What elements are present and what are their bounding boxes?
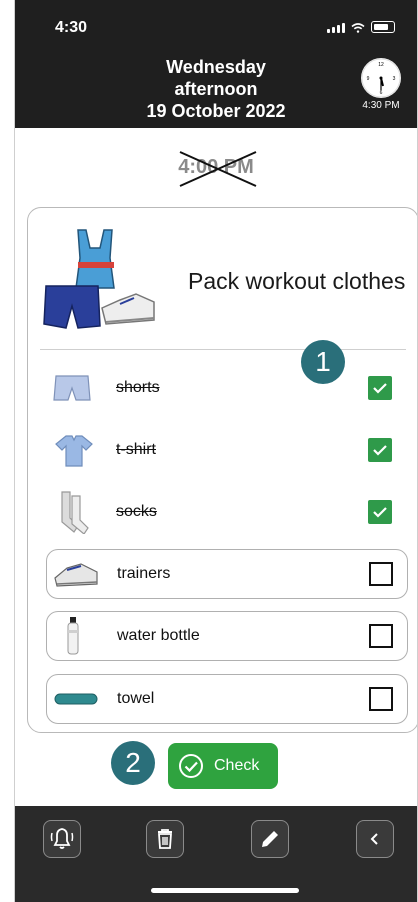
cross-out-mark xyxy=(179,151,257,187)
item-label-trainers: trainers xyxy=(117,565,171,582)
pencil-icon xyxy=(262,831,278,847)
check-button[interactable]: Check xyxy=(168,743,278,789)
item-label-water-bottle: water bottle xyxy=(117,627,200,644)
shorts-icon xyxy=(53,375,91,401)
back-button[interactable] xyxy=(356,820,394,858)
list-item-shorts[interactable]: shorts xyxy=(46,364,406,412)
check-circle-icon xyxy=(179,754,203,778)
checkbox-checked[interactable] xyxy=(368,500,392,524)
status-icons xyxy=(327,21,395,33)
edit-button[interactable] xyxy=(251,820,289,858)
svg-text:3: 3 xyxy=(393,76,396,82)
delete-button[interactable] xyxy=(146,820,184,858)
checkbox-unchecked[interactable] xyxy=(369,562,393,586)
signal-icon xyxy=(327,23,345,33)
phone-screen: 4:30 Wednesday afternoon 19 October 2022 xyxy=(14,0,418,902)
home-indicator xyxy=(151,888,299,893)
list-item-trainers[interactable]: trainers xyxy=(46,549,408,599)
workout-clothes-image xyxy=(43,229,155,329)
task-title: Pack workout clothes xyxy=(188,268,406,294)
wifi-icon xyxy=(351,23,365,33)
trash-icon xyxy=(158,829,172,849)
list-item-socks[interactable]: socks xyxy=(46,488,406,536)
item-label-t-shirt: t-shirt xyxy=(116,441,156,458)
clock-label: 4:30 PM xyxy=(362,100,400,111)
t-shirt-icon xyxy=(55,435,93,467)
header: 4:30 Wednesday afternoon 19 October 2022 xyxy=(15,0,417,128)
item-label-shorts: shorts xyxy=(116,379,160,396)
screen: 4:30 Wednesday afternoon 19 October 2022 xyxy=(0,0,418,902)
callout-badge-1: 1 xyxy=(301,340,345,384)
checkbox-unchecked[interactable] xyxy=(369,687,393,711)
svg-text:12: 12 xyxy=(378,62,384,68)
list-item-water-bottle[interactable]: water bottle xyxy=(46,611,408,661)
svg-text:6: 6 xyxy=(380,90,383,96)
svg-text:9: 9 xyxy=(367,76,370,82)
trainers-icon xyxy=(54,563,98,587)
bell-button[interactable] xyxy=(43,820,81,858)
status-time: 4:30 xyxy=(55,19,88,36)
battery-icon xyxy=(371,21,395,33)
item-label-towel: towel xyxy=(117,690,155,707)
item-label-socks: socks xyxy=(116,503,157,520)
check-button-label: Check xyxy=(214,757,260,774)
chevron-left-icon xyxy=(370,833,378,845)
callout-badge-2: 2 xyxy=(111,741,155,785)
list-item-t-shirt[interactable]: t-shirt xyxy=(46,426,406,474)
checkbox-unchecked[interactable] xyxy=(369,624,393,648)
task-card: Pack workout clothes shorts t-shirt sock… xyxy=(27,207,417,733)
clock: 12 3 6 9 4:30 PM xyxy=(353,58,409,111)
scheduled-time: 4:00 PM xyxy=(15,151,417,187)
water-bottle-icon xyxy=(67,617,79,655)
towel-icon xyxy=(54,693,98,705)
checkbox-checked[interactable] xyxy=(368,438,392,462)
analog-clock-icon: 12 3 6 9 xyxy=(361,58,401,98)
bell-icon xyxy=(50,828,74,849)
checkbox-checked[interactable] xyxy=(368,376,392,400)
socks-icon xyxy=(61,491,89,534)
divider xyxy=(40,349,406,350)
list-item-towel[interactable]: towel xyxy=(46,674,408,724)
